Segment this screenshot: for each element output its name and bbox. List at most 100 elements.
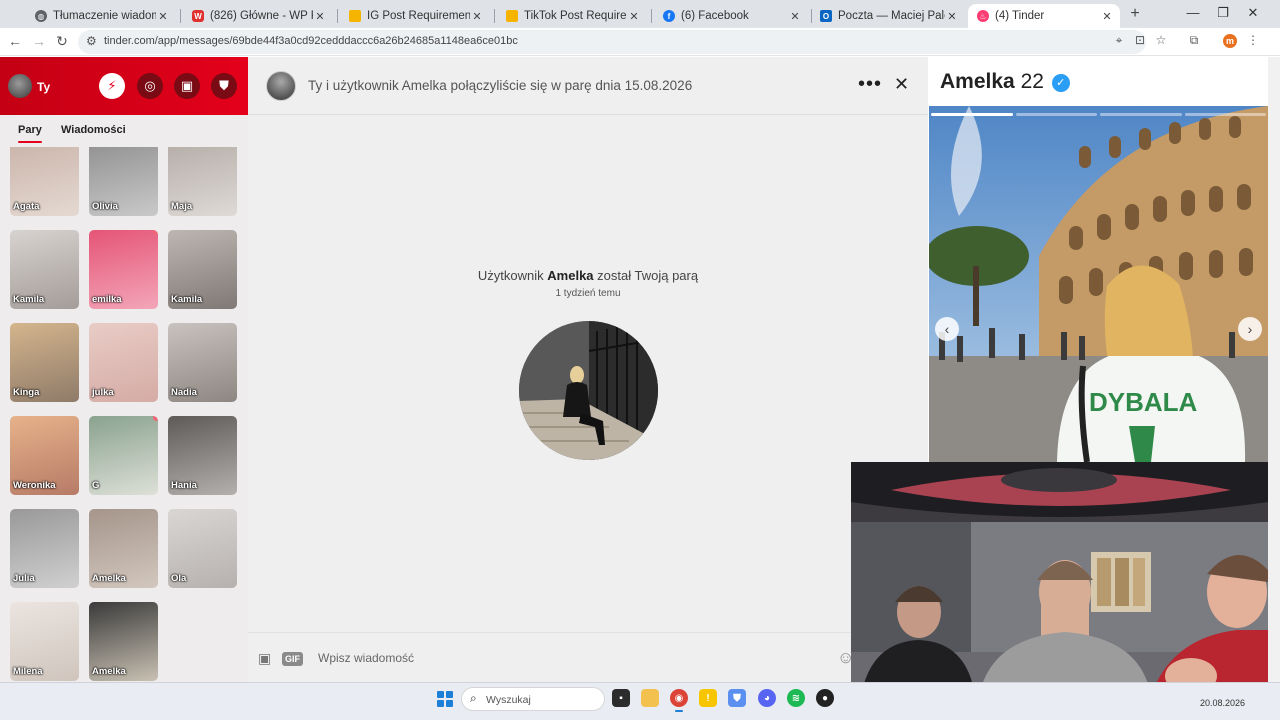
menu-kebab-icon[interactable]: ⋮ [1245,33,1261,47]
close-tab-icon[interactable]: ✕ [788,10,802,23]
match-card[interactable]: Kamila [10,230,79,309]
match-card[interactable]: Ola [168,509,237,588]
discord-icon[interactable]: ◕ [758,689,776,707]
shield-app-icon[interactable]: ⛊ [728,689,746,707]
match-card[interactable]: Kamila [168,230,237,309]
task-view-icon[interactable]: ▪ [612,689,630,707]
match-card[interactable]: Amelka [89,602,158,681]
message-input[interactable]: Wpisz wiadomość [318,651,414,665]
match-card[interactable]: Nadia [168,323,237,402]
close-tab-icon[interactable]: ✕ [470,10,484,23]
close-icon[interactable]: ✕ [894,74,909,95]
tab-title: (4) Tinder [995,10,1045,22]
match-card[interactable]: julka [89,323,158,402]
restore-window-icon[interactable]: ❐ [1213,5,1233,21]
close-tab-icon[interactable]: ✕ [945,10,959,23]
close-tab-icon[interactable]: ✕ [313,10,327,23]
match-card[interactable]: Weronika [10,416,79,495]
new-tab-button[interactable]: + [1126,5,1144,23]
profile-photo[interactable]: DYBALA ‹ › [929,106,1268,462]
message-composer: ▣ GIF Wpisz wiadomość ☺ [248,632,928,682]
browser-tab[interactable]: TikTok Post Requirements - Pre ✕ [497,4,647,28]
match-card-name: Hania [171,480,197,491]
close-tab-icon[interactable]: ✕ [156,10,170,23]
forward-arrow-icon[interactable]: → [30,33,48,49]
tab-messages[interactable]: Wiadomości [61,124,126,136]
match-card-name: Maja [171,201,193,212]
shield-icon[interactable]: ⛊ [211,73,237,99]
match-grid: Agata Olivia Maja Kamila emilka Kamila Kinga ju… [0,147,248,682]
bookmark-star-icon[interactable]: ☆ [1153,33,1169,47]
match-card[interactable]: Julia [10,509,79,588]
taskbar-date[interactable]: 20.08.2026 [1200,698,1245,708]
warning-app-icon[interactable]: ! [699,689,717,707]
page-scrollbar[interactable] [1268,57,1280,682]
unread-dot-icon [153,416,158,421]
tab-separator [651,9,652,23]
tab-title: IG Post Requirements - Prezent [367,10,470,22]
url-text: tinder.com/app/messages/69bde44f3a0cd92c… [104,35,518,47]
taskbar-search[interactable]: ⌕ Wyszukaj [461,687,605,711]
chrome-icon[interactable]: ◉ [670,689,688,712]
match-timestamp: 1 tydzień temu [555,288,621,299]
boost-bolt-icon[interactable]: ⚡ [99,73,125,99]
match-card[interactable]: Milena [10,602,79,681]
avatar[interactable] [8,74,32,98]
more-options-icon[interactable]: ••• [858,73,882,96]
photo-progress-bar[interactable] [1100,113,1182,116]
location-icon[interactable]: ⌖ [1111,33,1127,48]
sidebar-header: Ty ⚡ ◎ ▣ ⛊ [0,57,248,115]
browser-tab[interactable]: ◍ Tłumaczenie wiadomości Temu ✕ [26,4,176,28]
reload-icon[interactable]: ↻ [53,33,71,50]
verified-badge-icon: ✓ [1051,74,1070,92]
close-tab-icon[interactable]: ✕ [1100,10,1114,23]
search-icon: ⌕ [470,691,477,705]
obs-icon[interactable]: ● [816,689,834,707]
avatar[interactable] [266,71,296,101]
photo-progress-bar[interactable] [1184,113,1266,116]
file-explorer-icon[interactable] [641,689,659,707]
match-card-name: Kamila [171,294,203,305]
tab-matches[interactable]: Pary [18,124,42,143]
chevron-left-icon[interactable]: ‹ [935,317,959,341]
browser-tab[interactable]: W (826) Główne - WP Poczta ✕ [183,4,333,28]
match-photo[interactable] [519,321,658,460]
browser-tab[interactable]: O Poczta — Maciej Palczewski — ✕ [811,4,965,28]
match-card[interactable]: Kinga [10,323,79,402]
spotify-icon[interactable]: ≋ [787,689,805,707]
match-card[interactable]: Maja [168,147,237,216]
back-arrow-icon[interactable]: ← [6,33,24,49]
match-card-name: Olivia [92,201,118,212]
tab-separator [337,9,338,23]
browser-tab[interactable]: IG Post Requirements - Prezent ✕ [340,4,490,28]
install-app-icon[interactable]: ⊡ [1132,33,1148,47]
sticker-icon[interactable]: ▣ [258,650,271,667]
match-card[interactable]: G [89,416,158,495]
match-card[interactable]: Olivia [89,147,158,216]
gif-button[interactable]: GIF [282,652,303,666]
close-tab-icon[interactable]: ✕ [627,10,641,23]
match-card[interactable]: Agata [10,147,79,216]
site-info-icon[interactable]: ⚙ [86,34,97,48]
wp-mail-icon: W [192,10,204,22]
match-card[interactable]: Hania [168,416,237,495]
browser-tab-active[interactable]: ♨ (4) Tinder ✕ [968,4,1120,28]
slides-icon [506,10,518,22]
minimize-icon[interactable]: — [1183,5,1203,20]
user-name[interactable]: Ty [37,80,50,94]
photo-progress-bar[interactable] [1015,113,1097,116]
match-card[interactable]: Amelka [89,509,158,588]
photo-progress-bar[interactable] [931,113,1013,116]
chevron-right-icon[interactable]: › [1238,317,1262,341]
browser-tab[interactable]: f (6) Facebook ✕ [654,4,808,28]
close-window-icon[interactable]: ✕ [1243,5,1263,21]
briefcase-icon[interactable]: ▣ [174,73,200,99]
match-card-name: Ola [171,573,187,584]
extensions-icon[interactable]: ⧉ [1186,33,1202,48]
address-bar[interactable]: ⚙ tinder.com/app/messages/69bde44f3a0cd9… [78,30,1146,54]
match-card[interactable]: emilka [89,230,158,309]
tab-title: TikTok Post Requirements - Pre [524,10,627,22]
windows-start-icon[interactable] [437,691,453,707]
profile-avatar[interactable]: m [1223,34,1237,48]
explore-compass-icon[interactable]: ◎ [137,73,163,99]
